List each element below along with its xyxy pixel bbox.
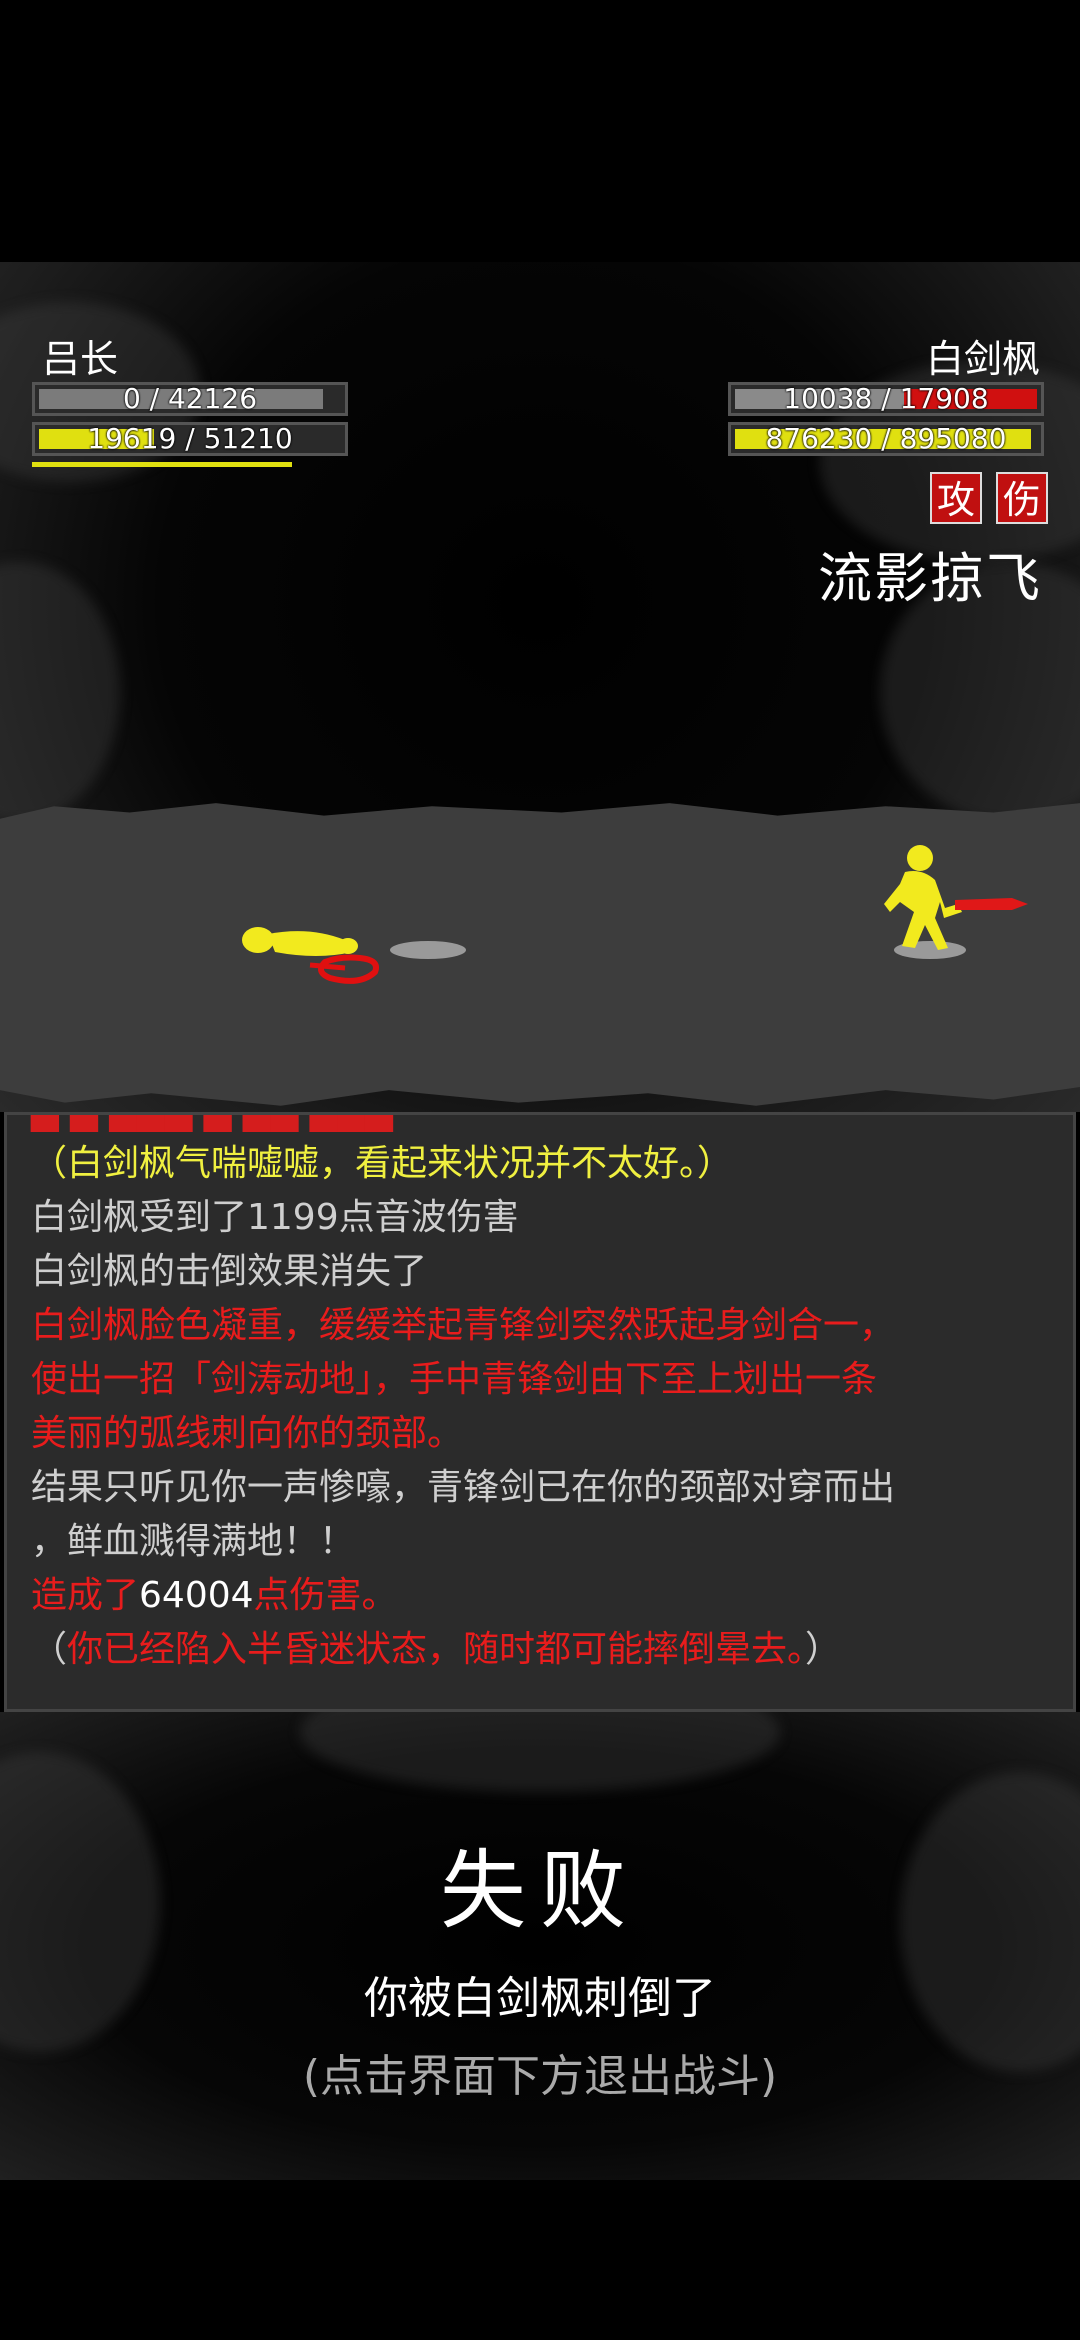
log-line: 白剑枫受到了1199点音波伤害 (31, 1197, 519, 1238)
log-line: 白剑枫脸色凝重，缓缓举起青锋剑突然跃起身剑合一， (31, 1305, 896, 1346)
result-panel[interactable] (0, 1712, 1080, 2180)
paren-open: （ (31, 1629, 68, 1670)
damage-prefix: 造成了 (31, 1575, 140, 1616)
enemy-name: 白剑枫 (925, 337, 1040, 381)
log-line: 白剑枫的击倒效果消失了 (31, 1251, 428, 1292)
top-black-area (0, 0, 1080, 262)
result-title: 失败 (440, 1841, 640, 1941)
log-line: 美丽的弧线刺向你的颈部。 (31, 1413, 464, 1454)
player-shadow (390, 941, 466, 959)
log-line: ，鲜血溅得满地！！ (31, 1521, 356, 1562)
enemy-hp-bar: 10038 / 17908 (728, 382, 1044, 416)
log-line: 使出一招「剑涛动地」，手中青锋剑由下至上划出一条 (31, 1359, 878, 1400)
log-line: 结果只听见你一声惨嚎，青锋剑已在你的颈部对穿而出 (31, 1467, 896, 1508)
player-name: 吕长 (42, 337, 119, 381)
status-tag-injury: 伤 (996, 472, 1048, 524)
enemy-swordsman-figure (884, 845, 1028, 950)
damage-value: 64004 (139, 1575, 254, 1616)
status-text: 你已经陷入半昏迷状态，随时都可能摔倒晕去。 (67, 1629, 806, 1670)
blood-puddle (309, 954, 379, 984)
log-line-damage: 造成了64004点伤害。 (31, 1569, 398, 1623)
log-line-cutoff: █ ▆ ▇▇▆ ▇ ▇▇ ▇▇▇ (31, 1115, 393, 1139)
log-line-status: （你已经陷入半昏迷状态，随时都可能摔倒晕去。） (31, 1623, 841, 1677)
paren-close: ） (805, 1629, 842, 1670)
damage-suffix: 点伤害。 (253, 1575, 398, 1616)
skill-name: 流影掠飞 (818, 547, 1042, 610)
exit-battle-area[interactable] (0, 2180, 1080, 2340)
player-stamina-line (32, 462, 292, 467)
player-hp-text: 0 / 42126 (122, 382, 258, 415)
log-line: （白剑枫气喘嘘嘘，看起来状况并不太好。） (31, 1143, 734, 1184)
player-hp-bar: 0 / 42126 (32, 382, 348, 416)
enemy-mp-bar: 876230 / 895080 (728, 422, 1044, 456)
enemy-mp-text: 876230 / 895080 (765, 422, 1007, 455)
player-fallen-figure (242, 927, 358, 956)
status-tag-attack: 攻 (930, 472, 982, 524)
exit-battle-hint[interactable]: (点击界面下方退出战斗) (0, 2040, 1080, 2104)
player-mp-bar: 19619 / 51210 (32, 422, 348, 456)
enemy-hp-text: 10038 / 17908 (783, 382, 989, 415)
result-subtitle: 你被白剑枫刺倒了 (364, 1973, 716, 2024)
battle-log[interactable]: █ ▆ ▇▇▆ ▇ ▇▇ ▇▇▇ （白剑枫气喘嘘嘘，看起来状况并不太好。） 白剑… (4, 1112, 1076, 1712)
characters-layer (242, 845, 1028, 984)
player-mp-text: 19619 / 51210 (87, 422, 293, 455)
